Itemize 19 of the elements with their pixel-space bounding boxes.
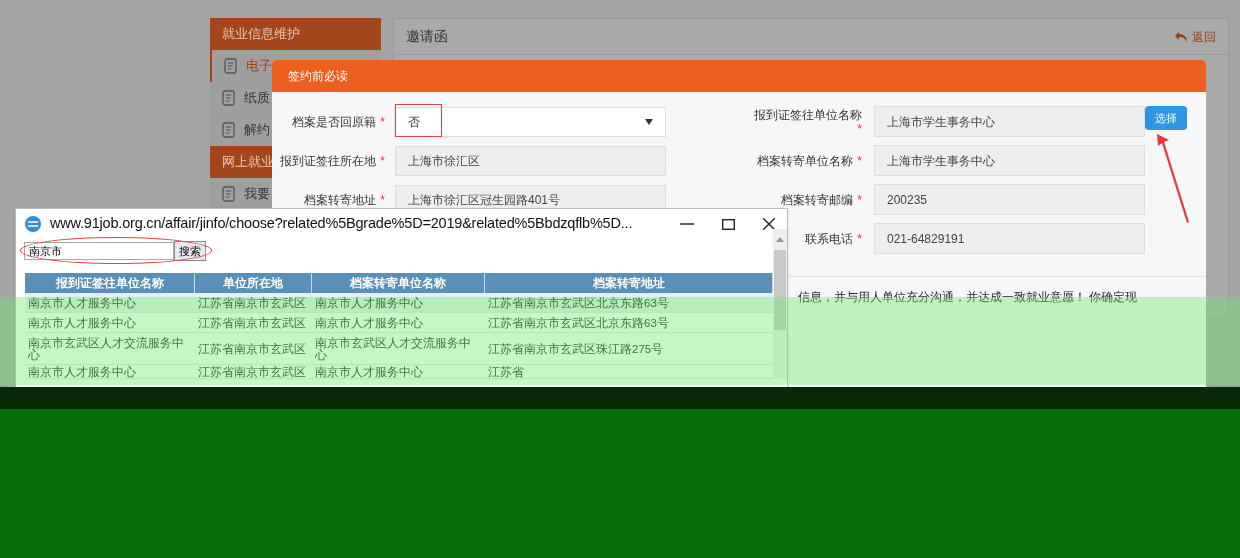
modal-title: 签约前必读 — [272, 60, 1206, 92]
field-label: 报到证签往所在地 — [280, 153, 377, 168]
required-mark: * — [380, 153, 385, 168]
field-label: 档案转寄邮编 — [781, 192, 854, 207]
required-mark: * — [857, 231, 862, 246]
required-mark: * — [380, 114, 385, 129]
required-mark: * — [380, 192, 385, 207]
field-label: 报到证签往单位名称 — [754, 107, 862, 122]
field-label: 档案转寄地址 — [304, 192, 377, 207]
sidebar-section-title: 就业信息维护 — [210, 18, 381, 50]
field-label: 联系电话 — [805, 231, 854, 246]
field-label: 档案是否回原籍 — [292, 114, 377, 129]
notice-text: 信息，并与用人单位充分沟通，并达成一致就业意愿！ 你确定现 — [798, 290, 1138, 304]
required-mark: * — [857, 153, 862, 168]
required-mark: * — [857, 121, 862, 136]
required-mark: * — [857, 192, 862, 207]
field-label: 档案转寄单位名称 — [757, 153, 854, 168]
window-url: www.91job.org.cn/affair/jinfo/choose?related%5Bgrade%5D=2019&related%5Bbdzqflb%5D... — [50, 214, 633, 234]
panel-title: 邀请函 — [406, 27, 448, 46]
